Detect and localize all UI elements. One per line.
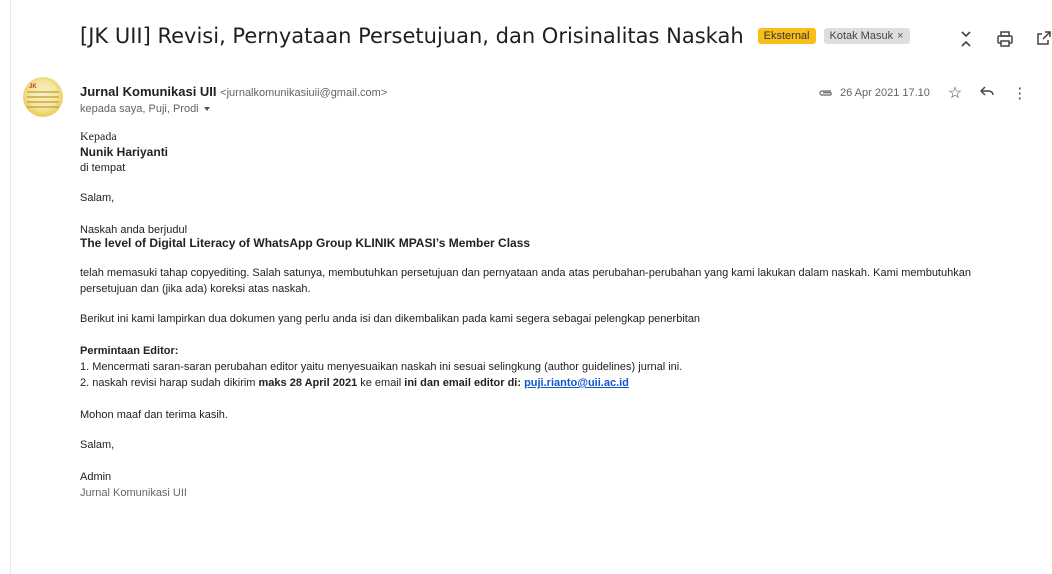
editor-request-1: 1. Mencermati saran-saran perubahan edit… [80, 361, 683, 373]
open-in-new-icon[interactable] [1036, 30, 1052, 53]
salam-opening: Salam, [80, 192, 115, 204]
recipient-name: Nunik Hariyanti [80, 145, 169, 159]
editor-request-heading: Permintaan Editor: [80, 345, 179, 357]
recipients-line[interactable]: kepada saya, Puji, Prodi [80, 103, 212, 115]
editor-request-2: 2. naskah revisi harap sudah dikirim mak… [80, 375, 1030, 391]
editor-email-link[interactable]: puji.rianto@uii.ac.id [524, 377, 629, 389]
req2-bold: ini dan email editor di: [404, 377, 525, 389]
signature-role: Admin [80, 471, 112, 483]
greeting-to: Kepada [80, 129, 117, 143]
email-subject: [JK UII] Revisi, Pernyataan Persetujuan,… [80, 24, 744, 48]
paperclip-icon [819, 90, 832, 96]
sender-name[interactable]: Jurnal Komunikasi UII [80, 84, 217, 99]
more-vert-icon[interactable]: ⋮ [1012, 84, 1027, 102]
inbox-label[interactable]: Kotak Masuk × [823, 28, 910, 44]
subject-row: [JK UII] Revisi, Pernyataan Persetujuan,… [80, 24, 910, 48]
message-body: Kepada Nunik Hariyanti di tempat Salam, … [80, 128, 1030, 501]
reply-icon[interactable] [980, 84, 995, 102]
paragraph-attachments: Berikut ini kami lampirkan dua dokumen y… [80, 313, 701, 325]
caret-down-icon[interactable] [202, 104, 212, 114]
sender-email: <jurnalkomunikasiuii@gmail.com> [220, 87, 388, 99]
paragraph-copyediting: telah memasuki tahap copyediting. Salah … [80, 267, 971, 295]
paper-title: The level of Digital Literacy of WhatsAp… [80, 236, 531, 250]
salam-closing: Salam, [80, 439, 115, 451]
left-divider [10, 0, 11, 574]
apology-line: Mohon maaf dan terima kasih. [80, 409, 228, 421]
recipients-text: kepada saya, Puji, Prodi [80, 103, 199, 115]
sender-avatar[interactable]: JK [23, 77, 63, 117]
print-icon[interactable] [996, 30, 1014, 53]
req2-mid: ke email [357, 377, 405, 389]
req2-deadline: maks 28 April 2021 [258, 377, 358, 389]
message-date: 26 Apr 2021 17.10 [840, 87, 930, 99]
at-place: di tempat [80, 162, 126, 174]
unfold-less-icon[interactable] [958, 30, 974, 53]
date-group: 26 Apr 2021 17.10 [818, 87, 930, 99]
remove-label-icon[interactable]: × [897, 30, 903, 42]
inbox-label-text: Kotak Masuk [829, 30, 894, 42]
thread-actions [958, 30, 1052, 53]
message-meta: 26 Apr 2021 17.10 ☆ ⋮ [818, 83, 1027, 103]
signature-org: Jurnal Komunikasi UII [80, 487, 187, 499]
req2-start: 2. naskah revisi harap sudah dikirim [80, 377, 259, 389]
avatar-logo: JK [29, 84, 37, 90]
star-icon[interactable]: ☆ [948, 83, 962, 103]
external-label[interactable]: Eksternal [757, 28, 816, 44]
sender-line: Jurnal Komunikasi UII <jurnalkomunikasiu… [80, 84, 387, 99]
